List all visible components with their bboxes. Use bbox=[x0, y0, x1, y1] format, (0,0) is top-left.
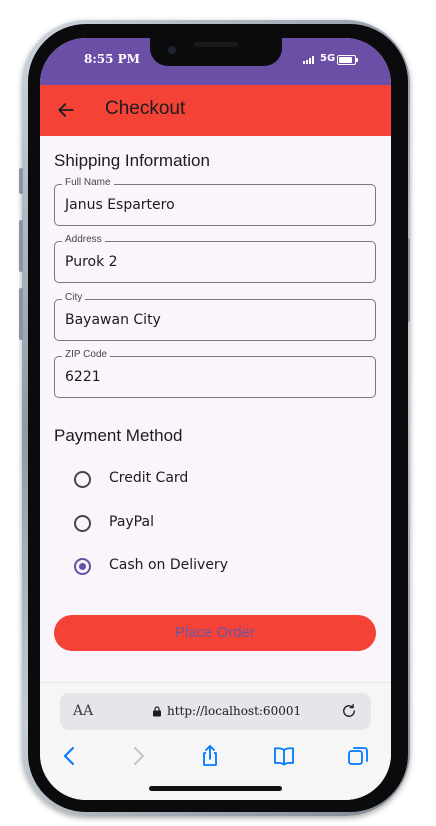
camera-icon bbox=[168, 46, 176, 54]
place-order-button[interactable]: Place Order bbox=[54, 615, 376, 651]
payment-option-label: PayPal bbox=[109, 514, 154, 530]
zip-code-field[interactable]: ZIP Code 6221 bbox=[54, 349, 376, 398]
volume-up-button bbox=[19, 220, 23, 272]
status-time: 8:55 PM bbox=[84, 52, 140, 66]
payment-option-paypal[interactable]: PayPal bbox=[74, 511, 334, 535]
city-value: Bayawan City bbox=[65, 312, 161, 328]
lock-icon bbox=[153, 706, 161, 717]
radio-button[interactable] bbox=[74, 471, 91, 488]
page-title: Checkout bbox=[105, 98, 186, 119]
zip-code-label: ZIP Code bbox=[62, 349, 111, 360]
address-field[interactable]: Address Purok 2 bbox=[54, 234, 376, 283]
silent-switch bbox=[19, 168, 23, 194]
shipping-section-title: Shipping Information bbox=[54, 151, 210, 170]
forward-icon[interactable] bbox=[126, 744, 150, 768]
full-name-label: Full Name bbox=[62, 177, 114, 188]
signal-icon bbox=[303, 56, 314, 64]
network-label: 5G bbox=[320, 53, 336, 64]
home-indicator bbox=[149, 786, 282, 791]
city-label: City bbox=[62, 292, 86, 303]
notch bbox=[150, 38, 282, 66]
address-value: Purok 2 bbox=[65, 254, 118, 270]
payment-option-credit-card[interactable]: Credit Card bbox=[74, 467, 334, 491]
full-name-field[interactable]: Full Name Janus Espartero bbox=[54, 177, 376, 226]
payment-option-label: Cash on Delivery bbox=[109, 557, 228, 573]
url-text: http://localhost:60001 bbox=[167, 704, 302, 718]
battery-icon bbox=[337, 55, 358, 65]
volume-down-button bbox=[19, 288, 23, 340]
zip-code-value: 6221 bbox=[65, 369, 101, 385]
payment-section-title: Payment Method bbox=[54, 426, 183, 445]
browser-toolbar: AA http://localhost:60001 bbox=[40, 682, 391, 800]
speaker-grille bbox=[194, 42, 238, 47]
payment-option-label: Credit Card bbox=[109, 470, 189, 486]
address-label: Address bbox=[62, 234, 105, 245]
phone-screen: 8:55 PM 5G Checkout Shipping Information… bbox=[40, 38, 391, 800]
share-icon[interactable] bbox=[198, 744, 222, 768]
tabs-icon[interactable] bbox=[346, 744, 370, 768]
city-field[interactable]: City Bayawan City bbox=[54, 292, 376, 341]
back-arrow-icon[interactable] bbox=[56, 100, 76, 120]
reader-mode-button[interactable]: AA bbox=[73, 703, 93, 719]
payment-option-cash-on-delivery[interactable]: Cash on Delivery bbox=[74, 554, 334, 578]
full-name-value: Janus Espartero bbox=[65, 197, 175, 213]
reload-icon[interactable] bbox=[340, 702, 358, 720]
bookmarks-icon[interactable] bbox=[272, 744, 296, 768]
address-bar[interactable]: AA http://localhost:60001 bbox=[60, 693, 371, 730]
app-bar: Checkout bbox=[40, 85, 391, 136]
radio-button-selected[interactable] bbox=[74, 558, 91, 575]
radio-button[interactable] bbox=[74, 515, 91, 532]
back-icon[interactable] bbox=[58, 744, 82, 768]
